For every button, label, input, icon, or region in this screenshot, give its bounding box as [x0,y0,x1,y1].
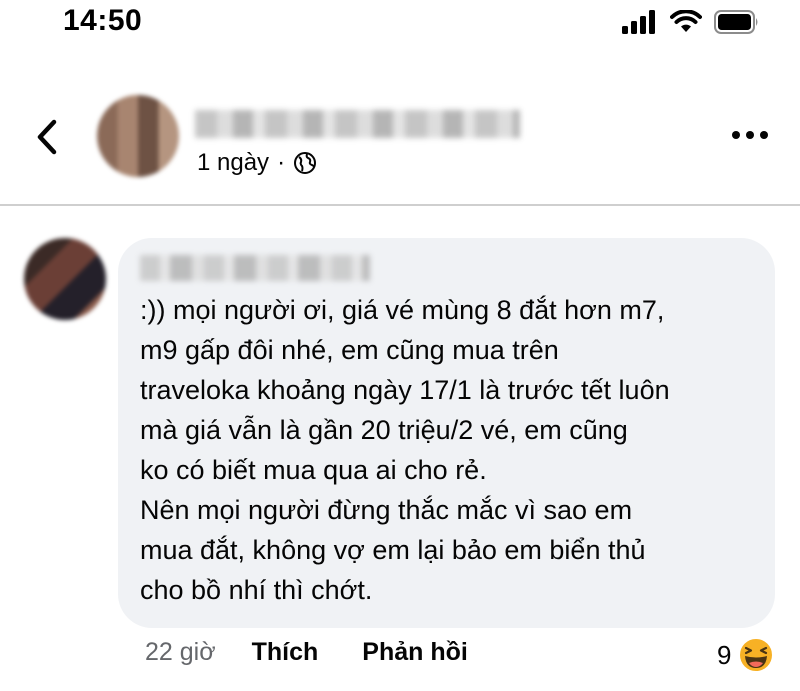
status-bar: 14:50 [0,0,800,50]
more-options-button[interactable] [732,125,772,145]
comment-line: :)) mọi người ơi, giá vé mùng 8 đắt hơn … [140,295,665,325]
comment-line: Nên mọi người đừng thắc mắc vì sao em [140,495,633,525]
comment-time[interactable]: 22 giờ [145,638,216,667]
reply-button[interactable]: Phản hồi [362,638,468,667]
author-avatar[interactable] [97,95,179,177]
meta-separator: · [277,149,286,176]
reaction-count: 9 [717,639,732,670]
author-name-redacted[interactable] [195,110,520,138]
chevron-left-icon [37,119,57,155]
comment-text: :)) mọi người ơi, giá vé mùng 8 đắt hơn … [140,290,760,610]
signal-icon [622,10,655,34]
comment-line: traveloka khoảng ngày 17/1 là trước tết … [140,375,670,405]
comment-line: cho bồ nhí thì chớt. [140,575,373,605]
reaction-summary[interactable]: 9 [717,636,775,674]
battery-icon [714,10,758,34]
more-dot-icon [746,131,754,139]
wifi-icon [670,10,702,32]
commenter-name-redacted[interactable] [140,255,370,281]
post-header: 1 ngày · [0,85,800,205]
comment-line: mua đắt, không vợ em lại bảo em biển thủ [140,535,646,565]
globe-icon [294,152,317,174]
comment-line: mà giá vẫn là gần 20 triệu/2 vé, em cũng [140,415,628,445]
like-button[interactable]: Thích [252,638,319,667]
status-time: 14:50 [63,4,143,37]
status-icons [622,10,760,34]
divider [0,204,800,206]
haha-emoji-icon [738,637,775,673]
back-button[interactable] [30,117,64,157]
more-dot-icon [760,131,768,139]
more-dot-icon [732,131,740,139]
comment-line: m9 gấp đôi nhé, em cũng mua trên [140,335,559,365]
post-time[interactable]: 1 ngày [197,149,269,177]
post-meta: 1 ngày · [197,149,317,177]
comment-line: ko có biết mua qua ai cho rẻ. [140,455,487,485]
comment-actions: 22 giờ Thích Phản hồi [145,638,468,667]
commenter-avatar[interactable] [24,238,106,320]
